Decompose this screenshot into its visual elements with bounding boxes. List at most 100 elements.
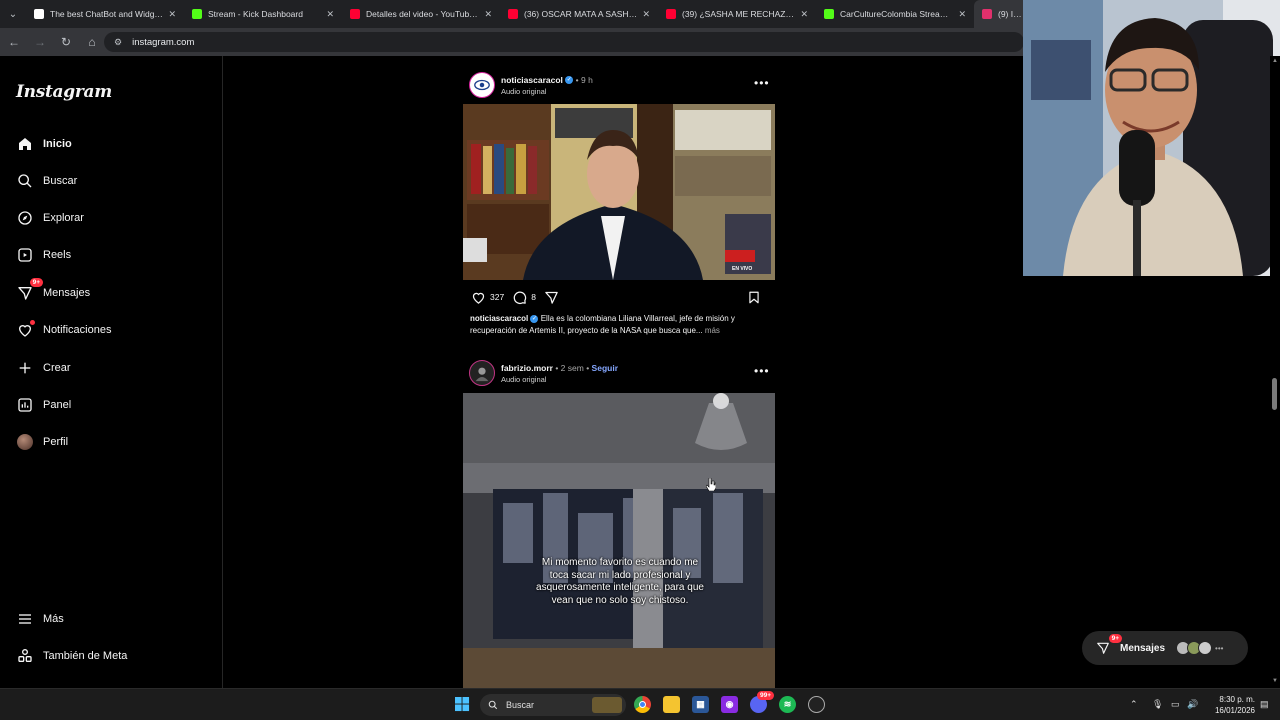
browser-tab[interactable]: Stream - Kick Dashboard ✕ (184, 0, 342, 28)
post-audio[interactable]: Audio original (501, 87, 593, 96)
address-bar[interactable]: ⚙ instagram.com (104, 32, 1024, 52)
like-button[interactable]: 327 (471, 290, 504, 305)
sidebar-item-label: Notificaciones (43, 324, 112, 336)
sidebar-item-label: Buscar (43, 175, 78, 187)
browser-tab[interactable]: (36) OSCAR MATA A SASHA 🙈 ✕ (500, 0, 658, 28)
post-media-video[interactable] (463, 393, 775, 688)
url-text: instagram.com (132, 36, 195, 48)
notification-center-icon[interactable]: ▤ (1260, 699, 1269, 710)
home-icon (16, 135, 34, 153)
caption-username[interactable]: noticiascaracol (470, 314, 528, 323)
tab-title: Stream - Kick Dashboard (208, 9, 303, 19)
kick-icon (192, 9, 202, 19)
home-button-icon[interactable]: ⌂ (80, 30, 104, 54)
tab-search-chevron-icon[interactable]: ⌄ (0, 0, 26, 28)
browser-tab[interactable]: The best ChatBot and Widgets ✕ (26, 0, 184, 28)
cursor-hand-icon (705, 477, 717, 492)
windows-start-icon[interactable] (454, 696, 471, 713)
instagram-logo[interactable]: Instagram (16, 82, 112, 102)
sidebar-item-tambien-de-meta[interactable]: También de Meta (16, 644, 127, 668)
kick-icon (824, 9, 834, 19)
scroll-up-arrow-icon[interactable]: ▲ (1270, 58, 1280, 68)
sidebar-item-label: Perfil (43, 436, 69, 448)
taskbar-search-label: Buscar (506, 700, 535, 710)
post-media-video[interactable]: EN VIVO (463, 104, 775, 280)
post-options-icon[interactable]: ••• (754, 76, 770, 90)
post-actions: 327 8 (471, 288, 769, 306)
tab-title: (9) Insta (998, 9, 1026, 19)
share-button[interactable] (544, 290, 559, 305)
sidebar-item-buscar[interactable]: Buscar (16, 169, 77, 193)
taskbar-clock[interactable]: 8:30 p. m. 16/01/2026 (1205, 694, 1255, 716)
sidebar-item-notificaciones[interactable]: Notificaciones (16, 318, 111, 342)
sidebar-item-reels[interactable]: Reels (16, 243, 71, 267)
obs-icon[interactable]: ◉ (721, 696, 738, 713)
scrollbar-thumb[interactable] (1272, 378, 1277, 410)
tab-close-icon[interactable]: ✕ (326, 9, 334, 20)
post-avatar[interactable] (469, 360, 495, 386)
post-avatar[interactable] (469, 72, 495, 98)
live-label: EN VIVO (732, 266, 753, 272)
sidebar-item-mensajes[interactable]: 9+ Mensajes (16, 278, 90, 305)
sidebar-item-label: También de Meta (43, 650, 128, 662)
tab-close-icon[interactable]: ✕ (642, 9, 650, 20)
browser-tab[interactable]: Detalles del video - YouTube St ✕ (342, 0, 500, 28)
sidebar-item-crear[interactable]: Crear (16, 356, 71, 380)
tab-close-icon[interactable]: ✕ (168, 9, 176, 20)
network-icon[interactable]: ▭ (1171, 699, 1180, 710)
sidebar-item-inicio[interactable]: Inicio (16, 132, 72, 156)
reload-icon[interactable]: ↻ (54, 30, 78, 54)
messages-floating-button[interactable]: 9+ Mensajes ••• (1082, 631, 1248, 665)
sidebar-item-label: Inicio (43, 138, 72, 150)
video-subtitle: Mi momento favorito es cuando me toca sa… (536, 557, 704, 606)
post-username[interactable]: fabrizio.morr (501, 363, 553, 373)
messages-badge: 9+ (29, 278, 43, 287)
volume-icon[interactable]: 🔊 (1187, 699, 1198, 710)
comment-button[interactable]: 8 (512, 290, 536, 305)
page-scrollbar[interactable] (1270, 56, 1280, 688)
discord-icon[interactable]: 99+ (750, 691, 774, 713)
avatar (16, 433, 34, 451)
heart-icon (16, 320, 35, 339)
taskbar-search[interactable]: Buscar (480, 694, 626, 716)
post-username[interactable]: noticiascaracol (501, 75, 563, 85)
save-button[interactable] (747, 290, 761, 305)
sidebar-item-mas[interactable]: Más (16, 607, 64, 631)
chatbot-icon (34, 9, 44, 19)
meta-icon (16, 647, 34, 665)
forward-arrow-icon[interactable]: → (28, 30, 52, 54)
microphone-icon[interactable]: 🎙 (1152, 699, 1163, 710)
tab-title: Detalles del video - YouTube St (366, 9, 481, 19)
spotify-icon[interactable]: ≋ (779, 696, 796, 713)
messages-badge: 9+ (1108, 634, 1122, 643)
tab-title: The best ChatBot and Widgets (50, 9, 165, 19)
scroll-down-arrow-icon[interactable]: ▼ (1270, 678, 1280, 688)
browser-tab[interactable]: (39) ¿SASHA ME RECHAZA EN ✕ (658, 0, 816, 28)
site-settings-icon[interactable]: ⚙ (114, 37, 122, 48)
tray-chevron-icon[interactable]: ⌃ (1130, 699, 1138, 710)
tab-close-icon[interactable]: ✕ (958, 9, 966, 20)
post-options-icon[interactable]: ••• (754, 364, 770, 378)
back-arrow-icon[interactable]: ← (2, 30, 26, 54)
verified-badge-icon: ✓ (565, 76, 574, 85)
sidebar-item-label: Reels (43, 249, 72, 261)
clock-date: 16/01/2026 (1214, 706, 1255, 715)
caption-more-link[interactable]: más (705, 326, 720, 335)
tab-close-icon[interactable]: ✕ (484, 9, 492, 20)
instagram-sidebar: Instagram Inicio Buscar Explorar Reels 9… (0, 56, 223, 688)
follow-button[interactable]: Seguir (592, 363, 618, 373)
tab-close-icon[interactable]: ✕ (800, 9, 808, 20)
microsoft-store-icon[interactable]: ▦ (692, 696, 709, 713)
discord-badge: 99+ (756, 691, 774, 700)
messages-pill-label: Mensajes (1120, 642, 1166, 654)
sidebar-item-perfil[interactable]: Perfil (16, 430, 68, 454)
post-audio[interactable]: Audio original (501, 375, 618, 384)
messenger-icon: 9+ (1096, 634, 1122, 655)
file-explorer-icon[interactable] (663, 696, 680, 713)
chrome-icon[interactable] (634, 696, 651, 713)
sidebar-item-explorar[interactable]: Explorar (16, 206, 84, 230)
sidebar-item-panel[interactable]: Panel (16, 393, 71, 417)
app-icon[interactable] (808, 696, 825, 713)
browser-tab[interactable]: CarCultureColombia Stream - V ✕ (816, 0, 974, 28)
youtube-icon (508, 9, 518, 19)
